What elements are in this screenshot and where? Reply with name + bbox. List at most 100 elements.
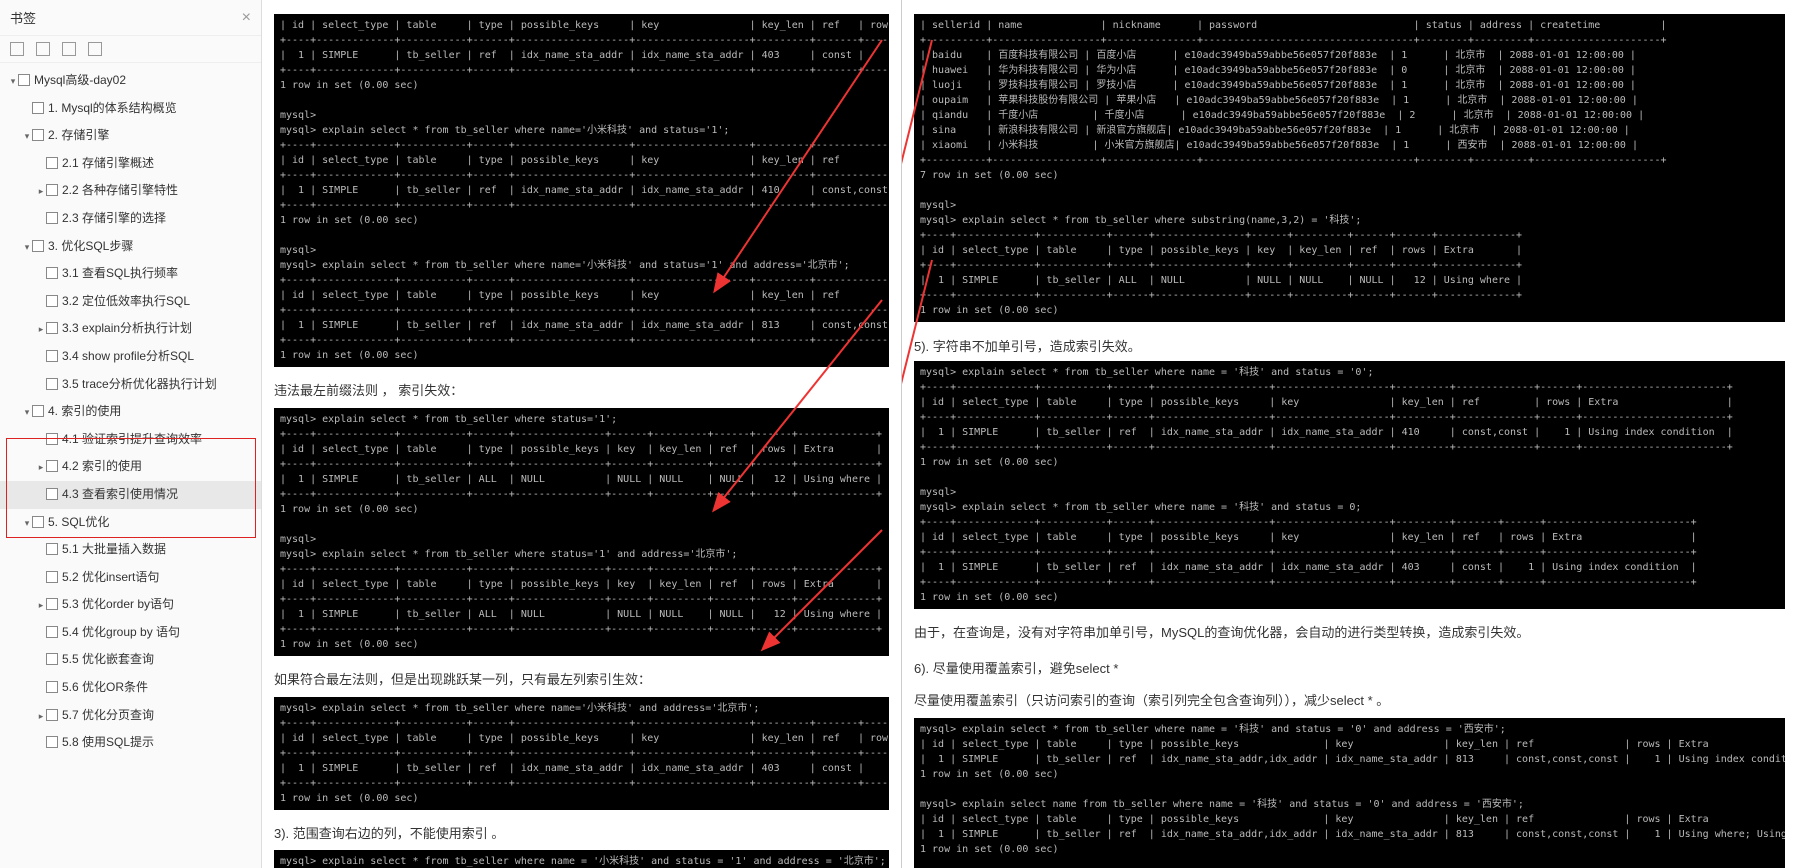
caret-icon <box>36 680 46 696</box>
page-left: | id | select_type | table | type | poss… <box>262 0 902 868</box>
bookmark-label: 2. 存储引擎 <box>48 128 109 142</box>
sidebar-title: 书签 <box>10 8 36 27</box>
bookmark-item[interactable]: 5.8 使用SQL提示 <box>0 729 261 757</box>
caret-icon: ▸ <box>36 597 46 613</box>
bookmark-label: 3. 优化SQL步骤 <box>48 239 133 253</box>
bookmark-label: 3.5 trace分析优化器执行计划 <box>62 377 217 391</box>
bookmark-icon <box>46 350 58 362</box>
page-right: | sellerid | name | nickname | password … <box>902 0 1797 868</box>
bookmark-icon <box>46 571 58 583</box>
bookmark-item[interactable]: ▾2. 存储引擎 <box>0 122 261 150</box>
tool-icon-3[interactable] <box>62 42 76 56</box>
bookmark-item[interactable]: ▾3. 优化SQL步骤 <box>0 233 261 261</box>
sidebar-header: 书签 × <box>0 0 261 36</box>
tool-icon-1[interactable] <box>10 42 24 56</box>
caret-icon: ▸ <box>36 708 46 724</box>
sidebar-toolbar <box>0 36 261 63</box>
bookmark-label: 5.1 大批量插入数据 <box>62 542 166 556</box>
bookmark-icon <box>46 626 58 638</box>
close-icon[interactable]: × <box>242 9 251 27</box>
bookmark-label: 5.2 优化insert语句 <box>62 570 159 584</box>
terminal-block: mysql> explain select * from tb_seller w… <box>914 361 1785 609</box>
terminal-block: mysql> explain select * from tb_seller w… <box>274 850 889 868</box>
terminal-block: | sellerid | name | nickname | password … <box>914 14 1785 322</box>
bookmark-label: 4.3 查看索引使用情况 <box>62 487 178 501</box>
heading: 6). 尽量使用覆盖索引，避免select * <box>914 658 1785 677</box>
bookmark-item[interactable]: ▸3.3 explain分析执行计划 <box>0 315 261 343</box>
bookmark-tree: ▾Mysql高级-day02 1. Mysql的体系结构概览▾2. 存储引擎 2… <box>0 63 261 868</box>
bookmark-icon <box>46 598 58 610</box>
bookmarks-sidebar: 书签 × ▾Mysql高级-day02 1. Mysql的体系结构概览▾2. 存… <box>0 0 262 868</box>
bookmark-label: 2.2 各种存储引擎特性 <box>62 183 178 197</box>
bookmark-item[interactable]: 2.1 存储引擎概述 <box>0 150 261 178</box>
bookmark-item[interactable]: 2.3 存储引擎的选择 <box>0 205 261 233</box>
terminal-block: mysql> explain select * from tb_seller w… <box>274 697 889 810</box>
bookmark-label: 5. SQL优化 <box>48 515 109 529</box>
bookmark-item[interactable]: 5.5 优化嵌套查询 <box>0 646 261 674</box>
bookmark-label: Mysql高级-day02 <box>34 73 126 87</box>
bookmark-item[interactable]: 1. Mysql的体系结构概览 <box>0 95 261 123</box>
paragraph: 违法最左前缀法则 ， 索引失效： <box>274 381 889 402</box>
bookmark-item[interactable]: ▸ 4.2 索引的使用 <box>0 453 261 481</box>
caret-icon: ▾ <box>22 515 32 531</box>
paragraph: 如果符合最左法则，但是出现跳跃某一列，只有最左列索引生效： <box>274 670 889 691</box>
bookmark-item[interactable]: ▾ Mysql高级-day02 <box>0 67 261 95</box>
bookmark-item[interactable]: 4.3 查看索引使用情况 <box>0 481 261 509</box>
bookmark-icon <box>46 212 58 224</box>
caret-icon <box>36 349 46 365</box>
caret-icon <box>22 101 32 117</box>
caret-icon <box>36 377 46 393</box>
bookmark-label: 4.2 索引的使用 <box>62 459 142 473</box>
bookmark-item[interactable]: 4.1 验证索引提升查询效率 <box>0 426 261 454</box>
bookmark-label: 3.4 show profile分析SQL <box>62 349 194 363</box>
caret-icon: ▸ <box>36 459 46 475</box>
caret-icon: ▸ <box>36 183 46 199</box>
bookmark-item[interactable]: 3.5 trace分析优化器执行计划 <box>0 371 261 399</box>
bookmark-item[interactable]: ▾ 5. SQL优化 <box>0 509 261 537</box>
tool-icon-2[interactable] <box>36 42 50 56</box>
bookmark-item[interactable]: ▸5.7 优化分页查询 <box>0 702 261 730</box>
bookmark-icon <box>46 295 58 307</box>
tool-icon-4[interactable] <box>88 42 102 56</box>
caret-icon <box>36 266 46 282</box>
bookmark-item[interactable]: 5.4 优化group by 语句 <box>0 619 261 647</box>
caret-icon <box>36 625 46 641</box>
bookmark-label: 2.3 存储引擎的选择 <box>62 211 166 225</box>
bookmark-icon <box>32 405 44 417</box>
bookmark-label: 2.1 存储引擎概述 <box>62 156 154 170</box>
caret-icon <box>36 432 46 448</box>
caret-icon: ▾ <box>8 73 18 89</box>
bookmark-item[interactable]: ▸5.3 优化order by语句 <box>0 591 261 619</box>
bookmark-item[interactable]: 5.2 优化insert语句 <box>0 564 261 592</box>
bookmark-icon <box>46 433 58 445</box>
bookmark-item[interactable]: 3.2 定位低效率执行SQL <box>0 288 261 316</box>
bookmark-item[interactable]: ▾4. 索引的使用 <box>0 398 261 426</box>
bookmark-label: 1. Mysql的体系结构概览 <box>48 101 177 115</box>
bookmark-item[interactable]: 3.1 查看SQL执行频率 <box>0 260 261 288</box>
bookmark-icon <box>32 102 44 114</box>
paragraph: 由于，在查询是，没有对字符串加单引号，MySQL的查询优化器，会自动的进行类型转… <box>914 623 1785 644</box>
bookmark-item[interactable]: ▸ 2.2 各种存储引擎特性 <box>0 177 261 205</box>
bookmark-label: 5.4 优化group by 语句 <box>62 625 180 639</box>
bookmark-icon <box>46 543 58 555</box>
caret-icon: ▾ <box>22 404 32 420</box>
heading: 3). 范围查询右边的列，不能使用索引 。 <box>274 824 889 845</box>
bookmark-icon <box>46 488 58 500</box>
bookmark-icon <box>46 184 58 196</box>
terminal-block: mysql> explain select * from tb_seller w… <box>274 408 889 656</box>
bookmark-item[interactable]: 3.4 show profile分析SQL <box>0 343 261 371</box>
bookmark-label: 4.1 验证索引提升查询效率 <box>62 432 202 446</box>
bookmark-label: 3.3 explain分析执行计划 <box>62 321 192 335</box>
bookmark-label: 5.6 优化OR条件 <box>62 680 148 694</box>
bookmark-icon <box>18 74 30 86</box>
bookmark-label: 5.8 使用SQL提示 <box>62 735 154 749</box>
paragraph: 尽量使用覆盖索引（只访问索引的查询（索引列完全包含查询列）），减少select … <box>914 691 1785 712</box>
bookmark-icon <box>46 709 58 721</box>
bookmark-icon <box>46 378 58 390</box>
bookmark-label: 3.1 查看SQL执行频率 <box>62 266 178 280</box>
bookmark-icon <box>46 736 58 748</box>
bookmark-item[interactable]: 5.1 大批量插入数据 <box>0 536 261 564</box>
bookmark-item[interactable]: 5.6 优化OR条件 <box>0 674 261 702</box>
caret-icon <box>36 735 46 751</box>
caret-icon <box>36 156 46 172</box>
